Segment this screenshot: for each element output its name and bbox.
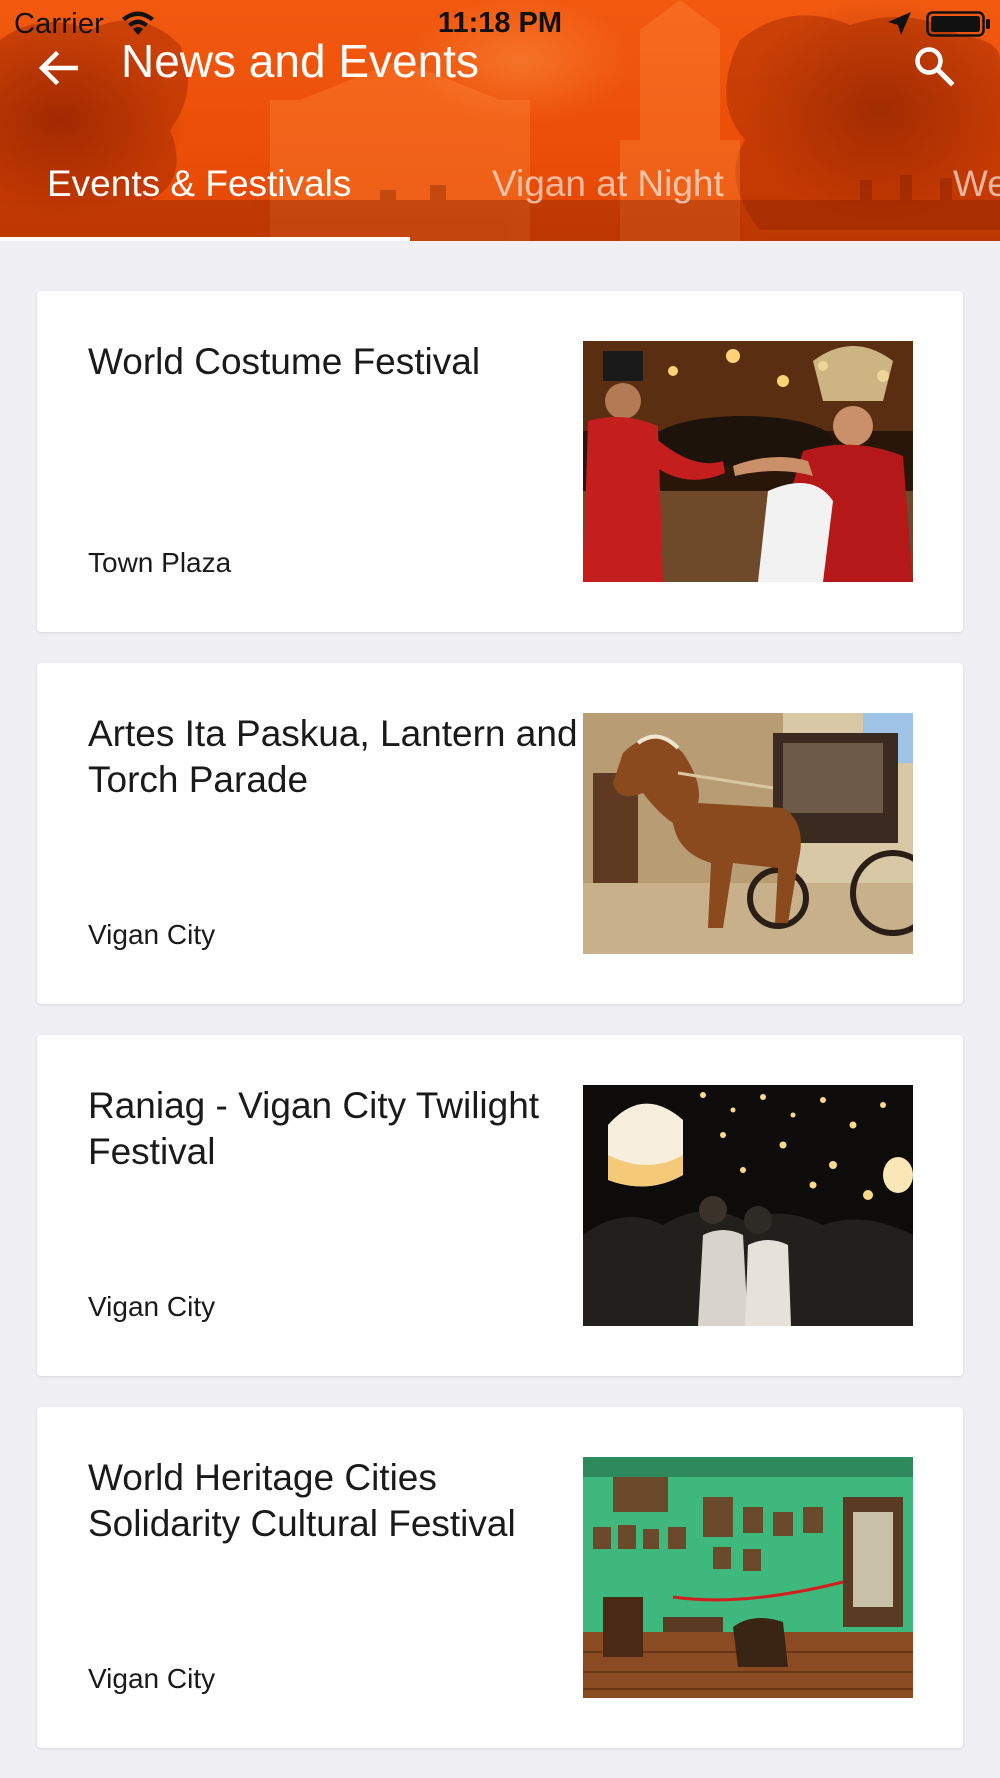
tab-partial[interactable]: We (953, 162, 1000, 206)
event-list: World Costume Festival Town Plaza Artes … (37, 291, 963, 1778)
category-tabs: Events & Festivals Vigan at Night We (0, 150, 1000, 241)
event-title: World Heritage Cities Solidarity Cultura… (88, 1457, 516, 1544)
costume-festival-photo (583, 341, 913, 582)
event-location: Vigan City (88, 1663, 216, 1694)
event-title: World Costume Festival (88, 341, 481, 382)
search-icon (915, 47, 955, 87)
event-card[interactable]: World Heritage Cities Solidarity Cultura… (37, 1407, 963, 1748)
sky-lanterns-photo (583, 1085, 913, 1326)
active-tab-indicator (0, 237, 410, 241)
search-button[interactable] (902, 34, 966, 98)
tab-events-festivals[interactable]: Events & Festivals (47, 162, 351, 206)
event-location: Vigan City (88, 1291, 216, 1322)
tab-vigan-at-night[interactable]: Vigan at Night (492, 162, 724, 206)
navigation-bar: News and Events (0, 30, 1000, 120)
event-location: Town Plaza (88, 547, 232, 578)
event-title: Artes Ita Paskua, Lantern and Torch Para… (88, 713, 578, 800)
event-card[interactable]: World Costume Festival Town Plaza (37, 291, 963, 632)
event-card[interactable]: Raniag - Vigan City Twilight Festival Vi… (37, 1035, 963, 1376)
back-button[interactable] (26, 36, 90, 100)
horse-carriage-photo (583, 713, 913, 954)
app-header: Carrier 11:18 PM News and Events Events … (0, 0, 1000, 241)
event-location: Vigan City (88, 919, 216, 950)
arrow-left-icon (38, 50, 78, 86)
event-card[interactable]: Artes Ita Paskua, Lantern and Torch Para… (37, 663, 963, 1004)
event-title: Raniag - Vigan City Twilight Festival (88, 1085, 540, 1172)
page-title: News and Events (121, 35, 479, 87)
heritage-room-photo (583, 1457, 913, 1698)
